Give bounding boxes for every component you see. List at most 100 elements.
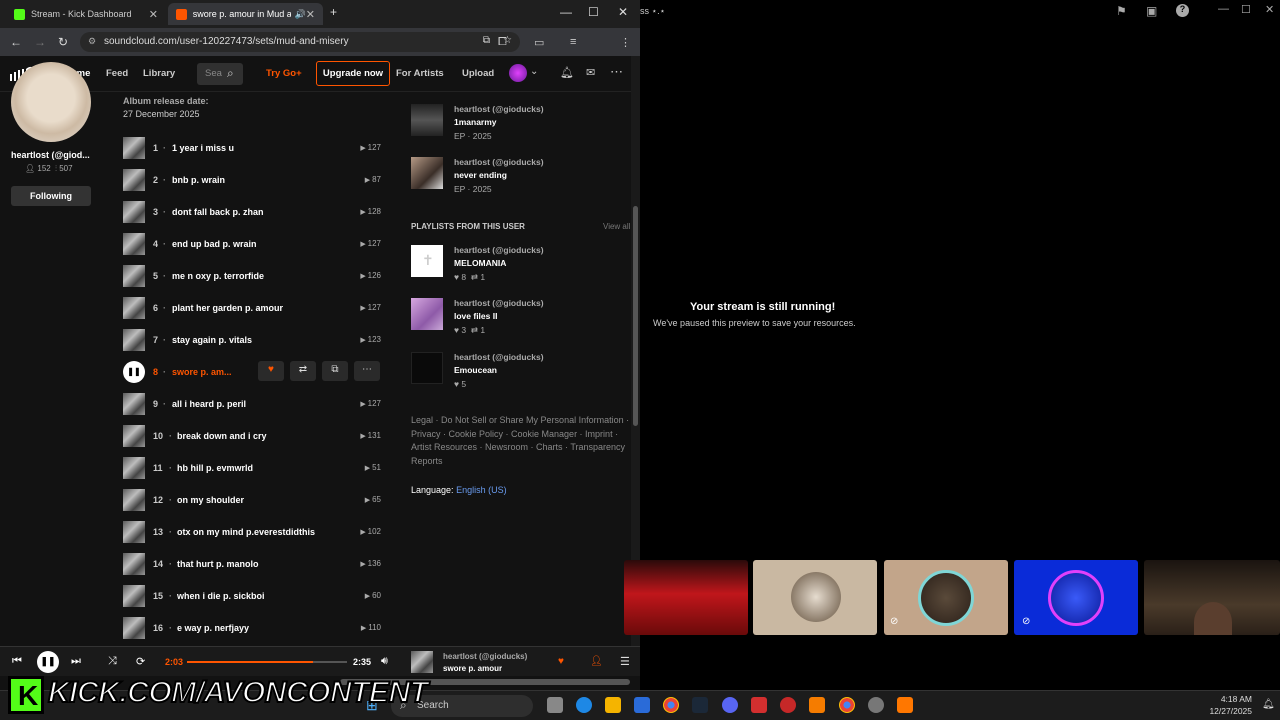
flag-icon[interactable]: ⚑ <box>1116 4 1127 18</box>
maximize-icon[interactable]: ☐ <box>588 5 599 19</box>
webcam-thumbnail[interactable] <box>1144 560 1280 635</box>
playlist-artist[interactable]: heartlost (@gioducks) <box>454 245 544 255</box>
speaker-icon[interactable]: 🔊 <box>295 9 306 20</box>
playlist-artwork[interactable]: ✝ <box>411 245 443 277</box>
upload-link[interactable]: Upload <box>462 68 494 79</box>
now-playing-artwork[interactable] <box>411 651 433 673</box>
task-view-icon[interactable] <box>547 697 563 713</box>
queue-icon[interactable]: ☰ <box>620 655 630 668</box>
upgrade-button[interactable]: Upgrade now <box>316 61 390 86</box>
artist-avatar[interactable] <box>11 62 91 142</box>
clip-thumbnail[interactable]: ⊘ <box>884 560 1008 635</box>
nav-feed[interactable]: Feed <box>106 68 128 79</box>
track-row[interactable]: 9 · all i heard p. peril 127 <box>123 393 381 415</box>
playlist-artist[interactable]: heartlost (@gioducks) <box>454 352 544 362</box>
track-artwork[interactable] <box>123 233 145 255</box>
related-title[interactable]: 1manarmy <box>454 117 497 127</box>
progress-bar[interactable] <box>187 661 347 663</box>
track-title[interactable]: swore p. am... <box>172 367 232 377</box>
repeat-icon[interactable]: ⟳ <box>136 655 145 668</box>
track-artwork[interactable] <box>123 169 145 191</box>
track-row[interactable]: 10 · break down and i cry 131 <box>123 425 381 447</box>
scrollbar[interactable] <box>631 56 640 646</box>
track-artwork[interactable] <box>123 521 145 543</box>
track-row[interactable]: 15 · when i die p. sickboi 60 <box>123 585 381 607</box>
user-avatar[interactable] <box>509 64 527 82</box>
previous-track-icon[interactable]: ⏮ <box>12 655 22 668</box>
track-row[interactable]: 16 · e way p. nerfjayy 110 <box>123 617 381 639</box>
clip-thumbnail[interactable] <box>624 560 748 635</box>
related-artwork[interactable] <box>411 104 443 136</box>
track-title[interactable]: dont fall back p. zhan <box>172 207 264 217</box>
track-title[interactable]: on my shoulder <box>177 495 244 505</box>
track-row[interactable]: 1 · 1 year i miss u 127 <box>123 137 381 159</box>
related-artwork[interactable] <box>411 157 443 189</box>
track-row[interactable]: 11 · hb hill p. evmwrld 51 <box>123 457 381 479</box>
cast-icon[interactable]: ▭ <box>534 36 544 49</box>
track-artwork[interactable] <box>123 297 145 319</box>
app-grey-icon[interactable] <box>868 697 884 713</box>
playlist-artist[interactable]: heartlost (@gioducks) <box>454 298 544 308</box>
playlist-title[interactable]: Emoucean <box>454 365 497 375</box>
try-go-link[interactable]: Try Go+ <box>266 68 302 79</box>
track-title[interactable]: break down and i cry <box>177 431 267 441</box>
track-pause-button[interactable]: ❚❚ <box>123 361 145 383</box>
next-track-icon[interactable]: ⏭ <box>71 655 81 668</box>
related-artist[interactable]: heartlost (@gioducks) <box>454 104 544 114</box>
track-row[interactable]: 2 · bnb p. wrain 87 <box>123 169 381 191</box>
track-title[interactable]: that hurt p. manolo <box>177 559 259 569</box>
chrome-icon[interactable] <box>663 697 679 713</box>
track-title[interactable]: when i die p. sickboi <box>177 591 265 601</box>
track-artwork[interactable] <box>123 585 145 607</box>
close-window-icon[interactable]: ✕ <box>618 5 628 19</box>
track-artwork[interactable] <box>123 201 145 223</box>
chevron-down-icon[interactable]: ⌄ <box>530 66 538 77</box>
clock-date[interactable]: 12/27/2025 <box>1205 706 1252 716</box>
track-title[interactable]: 1 year i miss u <box>172 143 234 153</box>
help-icon[interactable]: ? <box>1176 4 1189 17</box>
track-title[interactable]: stay again p. vitals <box>172 335 252 345</box>
search-icon[interactable]: ⌕ <box>227 66 234 81</box>
extensions-icon[interactable]: ⧠ <box>498 36 507 49</box>
playlist-artwork[interactable] <box>411 352 443 384</box>
app-red-icon[interactable] <box>751 697 767 713</box>
forward-icon[interactable]: → <box>34 35 46 49</box>
playlist-item[interactable]: ✝ heartlost (@gioducks) MELOMANIA ♥ 8 ⇄ … <box>411 245 631 287</box>
browser-menu-icon[interactable]: ⋮ <box>620 36 631 49</box>
for-artists-link[interactable]: For Artists <box>396 68 444 79</box>
following-button[interactable]: Following <box>11 186 91 206</box>
track-artwork[interactable] <box>123 329 145 351</box>
playlist-title[interactable]: MELOMANIA <box>454 258 506 268</box>
pause-button[interactable]: ❚❚ <box>37 651 59 673</box>
track-artwork[interactable] <box>123 265 145 287</box>
maximize-icon[interactable]: ☐ <box>1241 3 1251 16</box>
notifications-icon[interactable]: 🔔︎ <box>1262 699 1275 710</box>
file-explorer-icon[interactable] <box>605 697 621 713</box>
url-field[interactable]: ⚙ soundcloud.com/user-120227473/sets/mud… <box>80 32 520 52</box>
like-heart-icon[interactable]: ♥ <box>258 361 284 381</box>
track-row[interactable]: 14 · that hurt p. manolo 136 <box>123 553 381 575</box>
track-title[interactable]: plant her garden p. amour <box>172 303 283 313</box>
track-artwork[interactable] <box>123 617 145 639</box>
steam-icon[interactable] <box>692 697 708 713</box>
track-title[interactable]: e way p. nerfjayy <box>177 623 249 633</box>
track-row[interactable]: 4 · end up bad p. wrain 127 <box>123 233 381 255</box>
scrollbar-thumb[interactable] <box>633 206 638 426</box>
nav-library[interactable]: Library <box>143 68 175 79</box>
close-tab-icon[interactable]: ✕ <box>306 8 315 21</box>
track-row[interactable]: 12 · on my shoulder 65 <box>123 489 381 511</box>
playlist-artwork[interactable] <box>411 298 443 330</box>
soundcloud-taskbar-icon[interactable] <box>897 697 913 713</box>
track-title[interactable]: end up bad p. wrain <box>172 239 257 249</box>
store-icon[interactable] <box>634 697 650 713</box>
minimize-icon[interactable]: — <box>560 5 572 19</box>
track-row[interactable]: 6 · plant her garden p. amour 127 <box>123 297 381 319</box>
now-playing-title[interactable]: swore p. amour <box>443 664 502 673</box>
minimize-icon[interactable]: — <box>1218 3 1229 15</box>
related-item[interactable]: heartlost (@gioducks) 1manarmy EP · 2025 <box>411 104 631 146</box>
track-artwork[interactable] <box>123 553 145 575</box>
window-mode-icon[interactable]: ▣ <box>1146 4 1157 18</box>
clip-thumbnail[interactable]: ⊘ <box>1014 560 1138 635</box>
track-title[interactable]: all i heard p. peril <box>172 399 246 409</box>
playlist-item[interactable]: heartlost (@gioducks) Emoucean ♥ 5 <box>411 352 631 394</box>
